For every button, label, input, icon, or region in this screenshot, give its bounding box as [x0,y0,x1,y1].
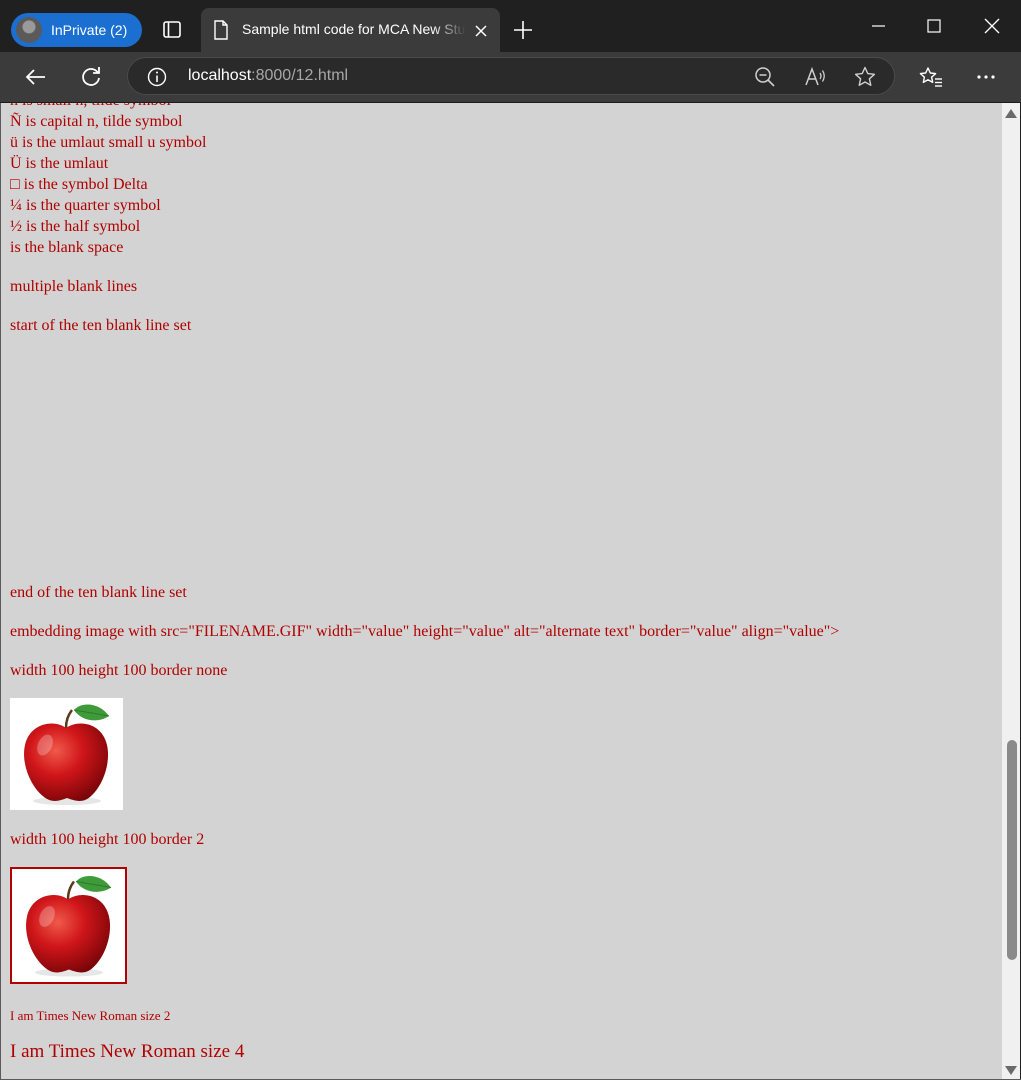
window-close-icon [984,18,1000,34]
image-caption: width 100 height 100 border none [10,662,228,679]
text-line: Ü is the umlaut [10,155,109,172]
tab-actions-button[interactable] [156,16,188,44]
tab-title: Sample html code for MCA New Students [242,21,466,37]
text-line: ¼ is the quarter symbol [10,197,161,214]
plus-icon [514,21,532,39]
paragraph: multiple blank lines [10,278,138,295]
tab-actions-icon [163,21,181,38]
page-viewport: ñ is small n, tilde symbol Ñ is capital … [1,103,1002,1079]
text-line: ü is the umlaut small u symbol [10,134,207,151]
favorites-icon [919,67,942,87]
text-line: □ is the symbol Delta [10,176,148,193]
arrow-left-icon [25,69,45,85]
favorites-button[interactable] [915,61,947,93]
text-line: is the blank space [10,239,124,256]
back-button[interactable] [20,61,52,93]
maximize-button[interactable] [917,10,951,42]
close-icon [475,25,487,37]
active-tab[interactable]: Sample html code for MCA New Students [201,8,500,52]
text-line: ½ is the half symbol [10,218,141,235]
font-sample-small: I am Times New Roman size 2 [10,1008,171,1023]
apple-picture [26,875,112,977]
page-icon [214,20,228,40]
read-aloud-icon [805,66,825,86]
apple-picture [24,704,110,805]
minimize-button[interactable] [861,10,895,42]
scroll-up-arrow-icon[interactable] [1005,109,1017,118]
tab-close-button[interactable] [471,21,491,41]
more-icon [977,75,995,79]
text-line: ñ is small n, tilde symbol [10,103,171,111]
new-tab-button[interactable] [509,16,537,44]
paragraph: embedding image with src="FILENAME.GIF" … [10,623,840,640]
star-icon [854,66,876,86]
refresh-button[interactable] [75,61,107,93]
paragraph: start of the ten blank line set [10,317,192,334]
settings-menu-button[interactable] [970,61,1002,93]
refresh-icon [82,67,100,86]
url-path: :8000/12.html [251,67,349,84]
navigation-toolbar: localhost:8000/12.html [0,52,1021,103]
minimize-icon [872,25,885,27]
profile-label: InPrivate (2) [51,22,128,38]
url-host: localhost [188,67,252,84]
favorite-button[interactable] [852,64,878,90]
paragraph: end of the ten blank line set [10,584,187,601]
vertical-scrollbar[interactable] [1002,103,1020,1079]
image-caption: width 100 height 100 border 2 [10,831,205,848]
apple-image [10,698,123,810]
scroll-down-arrow-icon[interactable] [1005,1066,1017,1075]
window-close-button[interactable] [975,10,1009,42]
profile-button[interactable]: InPrivate (2) [11,13,142,47]
apple-image-bordered [10,867,127,984]
read-aloud-button[interactable] [802,64,828,90]
text-line: Ñ is capital n, tilde symbol [10,113,183,130]
info-icon [147,67,167,87]
zoom-button[interactable] [752,64,778,90]
scrollbar-thumb[interactable] [1007,740,1017,960]
maximize-icon [927,19,941,33]
address-bar[interactable]: localhost:8000/12.html [127,57,895,95]
zoom-out-icon [755,67,775,87]
font-sample-large: I am Times New Roman size 4 [10,1041,245,1062]
title-bar: InPrivate (2) Sample html code for MCA N… [0,0,1021,52]
avatar [16,17,42,43]
url-text: localhost:8000/12.html [188,67,348,85]
